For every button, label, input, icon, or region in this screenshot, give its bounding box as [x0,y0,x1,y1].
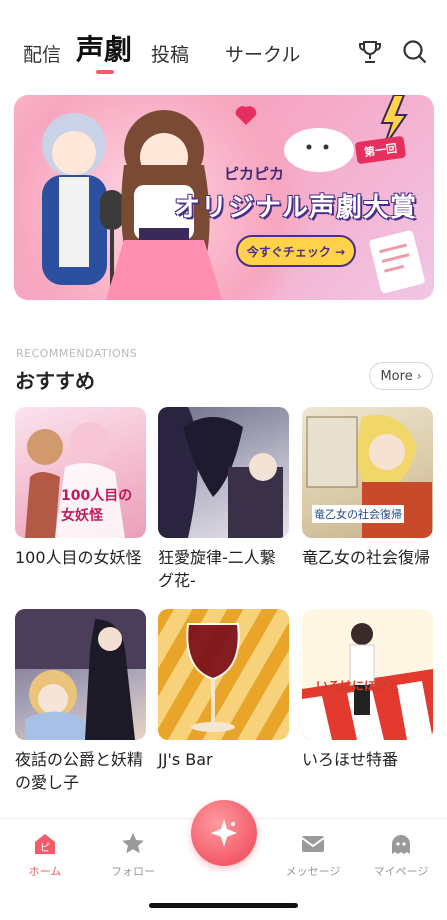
home-indicator [149,903,298,908]
nav-follow-label: フォロー [111,865,155,878]
nav-home-label: ホーム [28,865,62,878]
list-item[interactable]: 竜乙女の社会復帰 竜乙女の社会復帰 [302,407,433,569]
nav-mypage-label: マイページ [373,865,429,878]
card-title: 狂愛旋律-二人繋グ花- [158,548,276,590]
home-icon: ピ [35,834,55,854]
star-icon [122,833,144,854]
card-title: いろほせ特番 [302,750,399,769]
more-button-label: More [380,368,413,384]
list-item[interactable]: 夜話の公爵と妖精の愛し子 [15,609,146,794]
card-thumbnail: いろはにほせと [302,609,433,740]
list-item[interactable]: 狂愛旋律-二人繋グ花- [158,407,289,592]
nav-home[interactable]: ピ ホーム [5,831,85,879]
tab-toukou[interactable]: 投稿 [151,40,189,67]
banner-cta-button[interactable]: 今すぐチェック → [236,235,356,267]
search-icon[interactable] [401,38,429,66]
chevron-right-icon: › [416,369,422,383]
card-thumbnail [158,609,289,740]
tab-haishin[interactable]: 配信 [23,40,61,67]
sparkle-icon [211,819,237,847]
tab-circle[interactable]: サークル [225,40,300,67]
card-thumbnail: 100人目の女妖怪 [15,407,146,538]
list-item[interactable]: JJ's Bar [158,609,289,771]
section-subtitle: RECOMMENDATIONS [16,347,138,360]
card-thumbnail [15,609,146,740]
banner-title: オリジナル声劇大賞 [174,193,418,223]
banner-title-top: ピカピカ [224,165,285,183]
card-title: 竜乙女の社会復帰 [302,548,431,567]
card-title: 100人目の女妖怪 [15,548,142,567]
svg-text:ピ: ピ [40,842,50,854]
nav-messages[interactable]: メッセージ [273,831,353,879]
card-thumbnail: 竜乙女の社会復帰 [302,407,433,538]
more-button[interactable]: More › [369,362,433,390]
card-title: 夜話の公爵と妖精の愛し子 [15,750,144,792]
list-item[interactable]: いろはにほせと いろほせ特番 [302,609,433,771]
trophy-icon[interactable] [356,38,384,66]
section-title: おすすめ [15,369,95,393]
ghost-icon [392,835,410,854]
list-item[interactable]: 100人目の女妖怪 100人目の女妖怪 [15,407,146,569]
mail-icon [301,836,325,852]
thumb-text: いろはにほせと [316,679,401,693]
active-tab-indicator [96,70,114,74]
tab-seigeki[interactable]: 声劇 [76,28,132,68]
center-action-button[interactable] [191,800,257,866]
promo-banner[interactable]: 第一回 ピカピカ オリジナル声劇大賞 今すぐチェック → [14,95,434,300]
thumb-text: 100人目の女妖怪 [61,488,133,524]
nav-follow[interactable]: フォロー [93,831,173,879]
card-title: JJ's Bar [158,750,213,769]
thumb-text: 竜乙女の社会復帰 [312,505,404,523]
nav-messages-label: メッセージ [285,865,341,878]
nav-mypage[interactable]: マイページ [361,831,441,879]
top-navigation: 配信 声劇 投稿 サークル [0,0,447,84]
card-thumbnail [158,407,289,538]
